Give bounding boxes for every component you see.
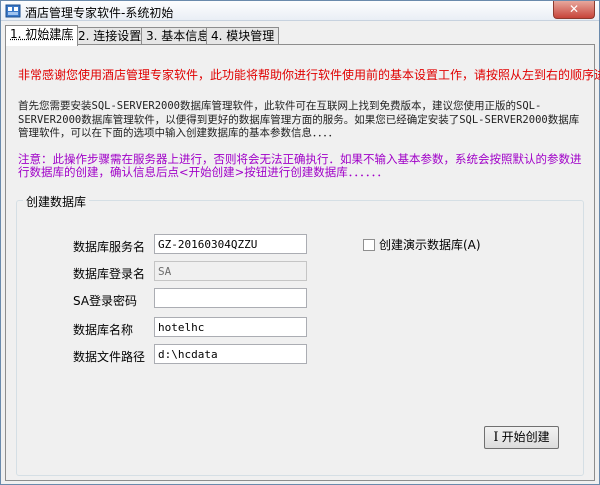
close-icon: ✕ bbox=[568, 2, 580, 16]
password-label: SA登录密码 bbox=[73, 294, 138, 308]
cursor-i-icon: I bbox=[493, 430, 499, 445]
tab-initial-database[interactable]: 1. 初始建库 bbox=[5, 25, 79, 46]
password-input[interactable] bbox=[154, 288, 307, 308]
server-name-label: 数据库服务名 bbox=[73, 240, 146, 254]
tab-basic-info[interactable]: 3. 基本信息 bbox=[141, 27, 215, 45]
server-name-input[interactable] bbox=[154, 234, 307, 254]
title-bar[interactable]: 酒店管理专家软件-系统初始 ✕ bbox=[1, 1, 599, 21]
login-name-input bbox=[154, 261, 307, 281]
database-name-label: 数据库名称 bbox=[73, 323, 134, 337]
data-path-input[interactable] bbox=[154, 344, 307, 364]
tab-connection-settings[interactable]: 2. 连接设置 bbox=[73, 27, 147, 45]
start-create-button[interactable]: I 开始创建 bbox=[484, 426, 559, 449]
group-title: 创建数据库 bbox=[23, 193, 90, 210]
demo-database-option[interactable]: 创建演示数据库(A) bbox=[363, 236, 481, 253]
data-path-label: 数据文件路径 bbox=[73, 350, 146, 364]
start-create-label: 开始创建 bbox=[501, 430, 550, 444]
database-name-input[interactable] bbox=[154, 317, 307, 337]
app-icon bbox=[5, 4, 21, 18]
demo-database-checkbox[interactable] bbox=[363, 239, 375, 251]
window-title: 酒店管理专家软件-系统初始 bbox=[25, 6, 174, 20]
intro-message: 非常感谢您使用酒店管理专家软件，此功能将帮助你进行软件使用前的基本设置工作，请按… bbox=[18, 68, 600, 82]
tab-module-management[interactable]: 4. 模块管理 bbox=[206, 27, 280, 45]
demo-database-label: 创建演示数据库(A) bbox=[379, 238, 481, 252]
close-button[interactable]: ✕ bbox=[553, 1, 595, 19]
tab-panel: 非常感谢您使用酒店管理专家软件，此功能将帮助你进行软件使用前的基本设置工作，请按… bbox=[5, 44, 600, 481]
login-name-label: 数据库登录名 bbox=[73, 267, 146, 281]
create-database-group: 创建数据库 数据库服务名 数据库登录名 SA登录密码 数据库名称 数据文件路径 … bbox=[16, 193, 584, 476]
warning-note: 注意：此操作步骤需在服务器上进行，否则将会无法正确执行．如果不输入基本参数，系统… bbox=[18, 152, 582, 179]
main-window: 酒店管理专家软件-系统初始 ✕ 1. 初始建库 2. 连接设置 3. 基本信息 … bbox=[0, 0, 600, 485]
instructions-text: 首先您需要安装SQL-SERVER2000数据库管理软件，此软件可在互联网上找到… bbox=[18, 100, 580, 139]
